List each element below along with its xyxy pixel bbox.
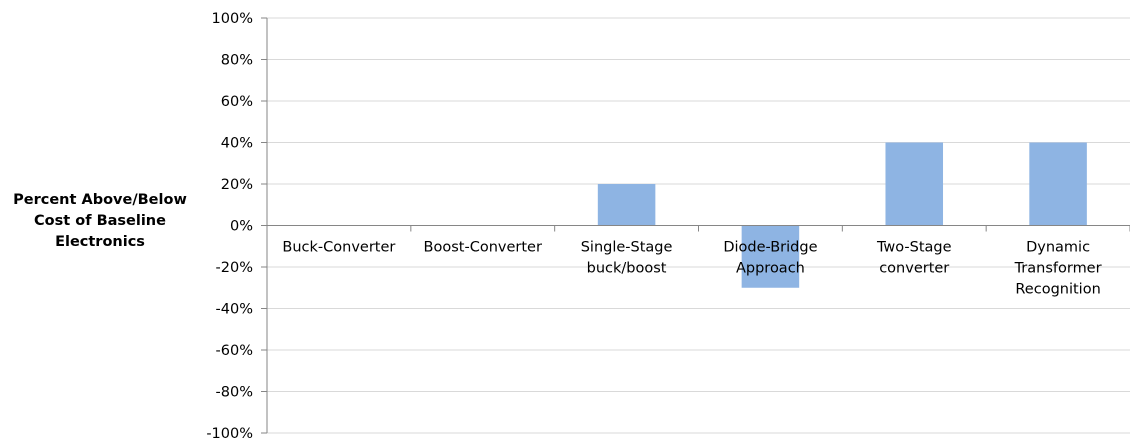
y-tick-label: -100% — [206, 426, 253, 442]
y-tick-label: 60% — [221, 94, 253, 110]
bar — [597, 184, 656, 226]
y-tick-label: 40% — [221, 136, 253, 152]
bars — [597, 142, 1087, 288]
bar-chart: 100%80%60%40%20%0%-20%-40%-60%-80%-100% … — [206, 11, 1130, 442]
y-tick-label: 0% — [230, 219, 253, 235]
y-axis-ticks: 100% 80% 60% 40% 20% 0% -20% -40% -60% -80% -100% — [206, 11, 253, 442]
bar — [885, 142, 944, 226]
y-tick-label: 100% — [212, 11, 253, 27]
x-category-label: Boost-Converter — [424, 240, 542, 256]
x-category-label: Dynamic Transformer Recognition — [1014, 240, 1102, 298]
axes — [261, 17, 1130, 434]
bar — [1029, 142, 1087, 226]
y-tick-label: -40% — [216, 302, 253, 318]
y-tick-label: -80% — [216, 385, 253, 401]
x-axis-categories: Buck-Converter Boost-Converter Single-Stag… — [282, 240, 1101, 298]
x-category-label: Single-Stage buck/boost — [581, 240, 673, 277]
x-category-label: Two-Stage converter — [876, 240, 952, 277]
y-tick-label: -60% — [216, 343, 253, 359]
y-tick-label: 20% — [221, 177, 253, 193]
y-tick-label: -20% — [216, 260, 253, 276]
y-tick-label: 80% — [221, 53, 253, 69]
bar — [741, 225, 800, 288]
x-category-label: Buck-Converter — [282, 240, 395, 256]
